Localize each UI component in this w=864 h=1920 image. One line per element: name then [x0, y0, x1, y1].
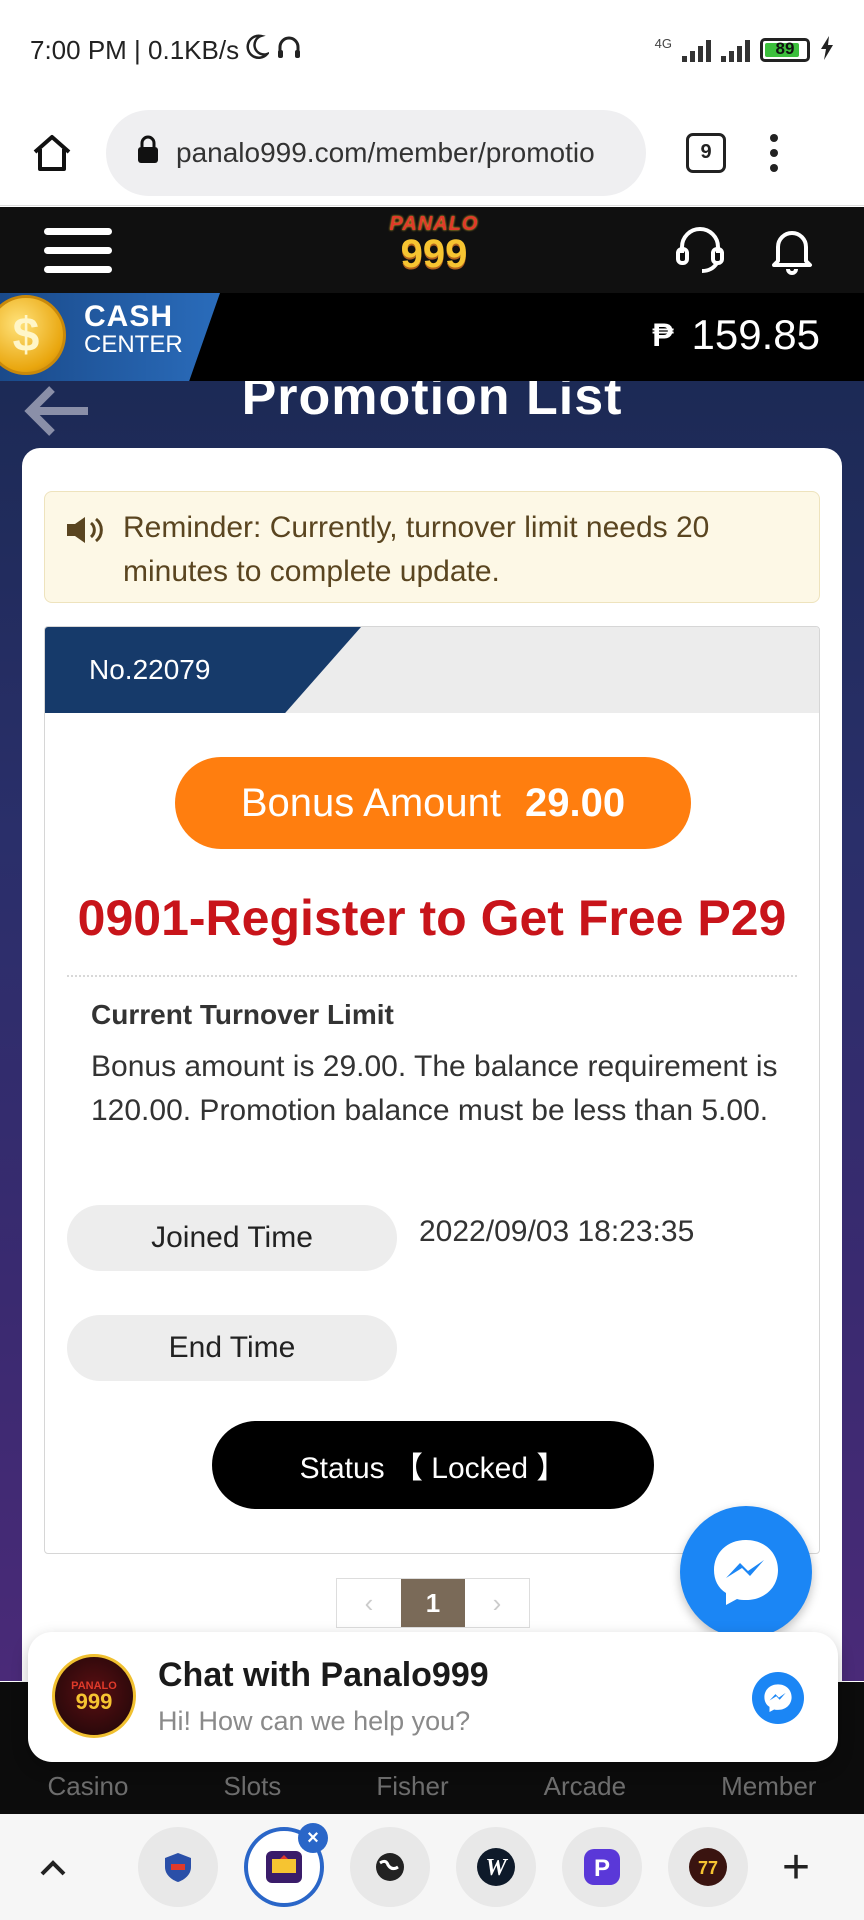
- globe-app-icon[interactable]: [350, 1827, 430, 1907]
- cash-label-line2: CENTER: [84, 331, 183, 358]
- pagination: ‹ 1 ›: [336, 1578, 530, 1628]
- status-bar: 7:00 PM | 0.1KB/s 4G 89: [0, 0, 864, 100]
- status-button[interactable]: Status 【 Locked 】: [212, 1421, 654, 1509]
- moon-icon: [245, 34, 272, 67]
- panalo-app-icon[interactable]: ×: [244, 1823, 328, 1907]
- browser-toolbar: panalo999.com/member/promotio 9: [0, 100, 864, 206]
- bonus-label: Bonus Amount: [240, 780, 502, 825]
- speaker-icon: [65, 514, 109, 588]
- lucky-app-icon[interactable]: 77: [668, 1827, 748, 1907]
- turnover-heading: Current Turnover Limit: [91, 999, 394, 1030]
- end-time-label: End Time: [67, 1315, 397, 1381]
- home-button[interactable]: [24, 125, 80, 181]
- promotion-title: 0901-Register to Get Free P29: [77, 890, 787, 946]
- network-type: 4G: [654, 35, 672, 51]
- page-title: Promotion List: [241, 381, 623, 426]
- lock-icon: [136, 135, 160, 170]
- tab-switcher-button[interactable]: 9: [686, 132, 726, 173]
- url-text: panalo999.com/member/promotio: [176, 136, 595, 168]
- customer-support-icon[interactable]: [672, 221, 728, 282]
- notification-bell-icon[interactable]: [764, 221, 820, 282]
- joined-time-label: Joined Time: [67, 1205, 397, 1271]
- chat-popup[interactable]: PANALO 999 Chat with Panalo999 Hi! How c…: [28, 1632, 838, 1762]
- p-app-icon[interactable]: P: [562, 1827, 642, 1907]
- nav-slots[interactable]: Slots: [224, 1771, 282, 1802]
- home-icon: [33, 134, 71, 171]
- nav-fisher[interactable]: Fisher: [376, 1771, 448, 1802]
- shield-app-icon[interactable]: [138, 1827, 218, 1907]
- status-left: 7:00 PM | 0.1KB/s: [30, 33, 303, 68]
- nav-casino[interactable]: Casino: [48, 1771, 129, 1802]
- browser-dock: × W P 77 +: [0, 1814, 864, 1920]
- more-menu-button[interactable]: [770, 133, 778, 172]
- hamburger-menu-icon[interactable]: [44, 227, 112, 273]
- headset-status-icon: [275, 33, 303, 68]
- chat-title: Chat with Panalo999: [158, 1656, 489, 1694]
- bonus-amount-badge: Bonus Amount 29.00: [175, 757, 691, 849]
- bonus-value: 29.00: [525, 780, 626, 825]
- site-header: PANALO 999: [0, 207, 864, 293]
- charging-icon: [820, 35, 834, 65]
- chevron-up-icon[interactable]: [38, 1848, 78, 1887]
- chat-avatar: PANALO 999: [52, 1654, 136, 1738]
- battery-level: 89: [775, 39, 795, 58]
- wallet-balance: ₱ 159.85: [652, 311, 820, 359]
- w-app-icon[interactable]: W: [456, 1827, 536, 1907]
- balance-amount: 159.85: [691, 311, 820, 358]
- messenger-icon: [714, 1540, 778, 1605]
- cash-center-bar: $ CASH CENTER ₱ 159.85: [0, 293, 864, 381]
- messenger-small-icon: [752, 1672, 804, 1724]
- nav-member[interactable]: Member: [721, 1771, 816, 1802]
- turnover-text: Bonus amount is 29.00. The balance requi…: [91, 1050, 778, 1127]
- nav-arcade[interactable]: Arcade: [544, 1771, 626, 1802]
- joined-time-value: 2022/09/03 18:23:35: [419, 1215, 695, 1248]
- signal-icon: [682, 38, 711, 62]
- svg-text:W: W: [485, 1855, 508, 1881]
- battery-icon: 89: [760, 38, 810, 62]
- signal-icon-2: [721, 38, 750, 62]
- status-right: 4G 89: [654, 35, 834, 65]
- currency-symbol: ₱: [652, 316, 674, 353]
- chat-subtitle: Hi! How can we help you?: [158, 1706, 471, 1736]
- address-bar[interactable]: panalo999.com/member/promotio: [106, 109, 646, 196]
- messenger-chat-button[interactable]: [680, 1506, 812, 1638]
- reminder-banner: Reminder: Currently, turnover limit need…: [44, 491, 820, 603]
- new-tab-plus-icon[interactable]: +: [782, 1840, 810, 1895]
- close-tab-icon[interactable]: ×: [298, 1823, 328, 1853]
- page-1-button[interactable]: 1: [401, 1579, 465, 1627]
- cash-label-line1: CASH: [84, 300, 174, 333]
- svg-text:P: P: [594, 1855, 610, 1882]
- svg-text:77: 77: [698, 1858, 718, 1878]
- avatar-number: 999: [75, 1689, 113, 1714]
- reminder-text: Reminder: Currently, turnover limit need…: [123, 511, 710, 588]
- logo-number: 999: [400, 232, 468, 276]
- status-time-speed: 7:00 PM | 0.1KB/s: [30, 34, 240, 65]
- prev-page-button[interactable]: ‹: [337, 1579, 401, 1627]
- cash-center-label[interactable]: CASH CENTER: [84, 300, 183, 359]
- promotion-item: No.22079 Bonus Amount 29.00 0901-Registe…: [44, 626, 820, 1554]
- next-page-button[interactable]: ›: [465, 1579, 529, 1627]
- divider: [67, 975, 797, 977]
- site-logo[interactable]: PANALO 999: [374, 213, 494, 287]
